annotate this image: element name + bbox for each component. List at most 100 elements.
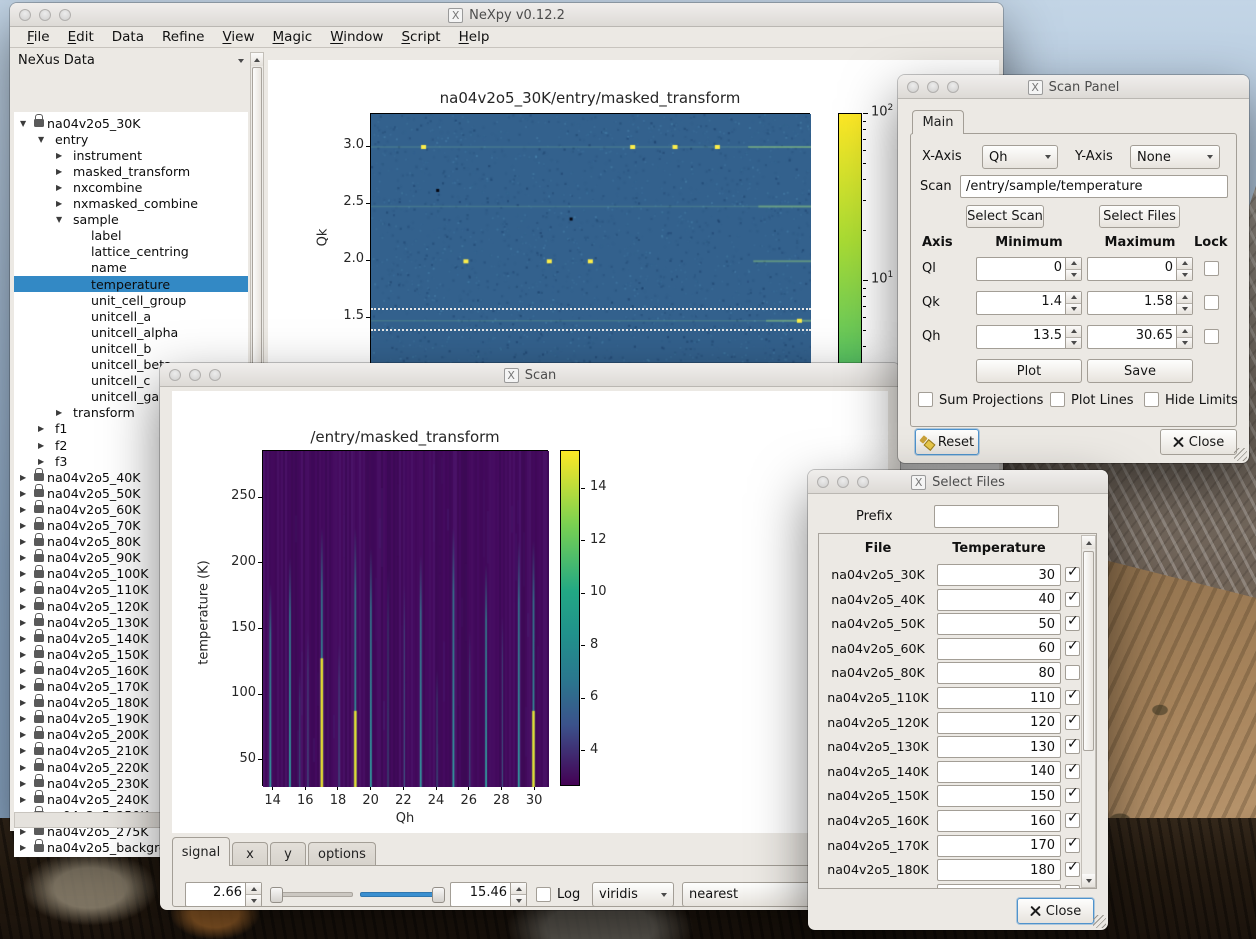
lock-checkbox-Qk[interactable] — [1204, 295, 1219, 310]
temperature-input-na04v2o5_30K[interactable]: 30 — [937, 564, 1061, 586]
scroll-up-button[interactable] — [1082, 536, 1095, 549]
spin-down[interactable] — [1177, 338, 1192, 349]
tree-collapsed-icon[interactable]: ▶ — [20, 473, 34, 482]
tree-item-unitcell_b[interactable]: unitcell_b — [14, 340, 248, 356]
tree-collapsed-icon[interactable]: ▶ — [20, 795, 34, 804]
spin-up[interactable] — [1177, 326, 1192, 338]
tree-group-combobox[interactable]: NeXus Data — [14, 52, 248, 69]
scroll-down-button[interactable] — [1082, 874, 1095, 887]
min-spinbox-Ql[interactable]: 0 — [976, 257, 1082, 281]
resize-grip[interactable] — [1234, 448, 1247, 461]
tree-expanded-icon[interactable]: ▼ — [56, 215, 70, 224]
main-titlebar[interactable]: X NeXpy v0.12.2 — [10, 3, 1003, 27]
tree-collapsed-icon[interactable]: ▶ — [56, 408, 70, 417]
lock-checkbox-Ql[interactable] — [1204, 261, 1219, 276]
tree-collapsed-icon[interactable]: ▶ — [20, 618, 34, 627]
menu-item-refine[interactable]: Refine — [153, 29, 213, 45]
tree-collapsed-icon[interactable]: ▶ — [56, 199, 70, 208]
spin-down[interactable] — [1177, 270, 1192, 281]
temperature-input-na04v2o5_120K[interactable]: 120 — [937, 712, 1061, 734]
select-files-titlebar[interactable]: X Select Files — [808, 470, 1108, 494]
file-checkbox-na04v2o5_50K[interactable]: ✓ — [1065, 616, 1080, 631]
select-scan-button[interactable]: Select Scan — [966, 205, 1044, 228]
tab-main[interactable]: Main — [912, 110, 964, 134]
file-checkbox-na04v2o5_40K[interactable]: ✓ — [1065, 592, 1080, 607]
menu-item-data[interactable]: Data — [103, 29, 153, 45]
file-list-scrollbar[interactable] — [1081, 535, 1096, 888]
tree-item-nxcombine[interactable]: ▶nxcombine — [14, 179, 248, 195]
tree-item-nxmasked_combine[interactable]: ▶nxmasked_combine — [14, 196, 248, 212]
tab-options[interactable]: options — [308, 842, 376, 866]
menu-item-magic[interactable]: Magic — [264, 29, 322, 45]
temperature-input-na04v2o5_160K[interactable]: 160 — [937, 810, 1061, 832]
vmin-slider-handle[interactable] — [270, 887, 283, 903]
tree-collapsed-icon[interactable]: ▶ — [20, 730, 34, 739]
tree-item-lattice_centring[interactable]: lattice_centring — [14, 244, 248, 260]
spin-arrows[interactable] — [1176, 258, 1192, 280]
file-checkbox-na04v2o5_120K[interactable]: ✓ — [1065, 715, 1080, 730]
spin-up[interactable] — [1066, 326, 1081, 338]
tree-collapsed-icon[interactable]: ▶ — [20, 714, 34, 723]
file-scrollbar-thumb[interactable] — [1083, 551, 1094, 751]
file-checkbox-na04v2o5_160K[interactable]: ✓ — [1065, 813, 1080, 828]
spin-down[interactable] — [1177, 304, 1192, 315]
reset-button[interactable]: Reset — [915, 429, 979, 455]
menu-item-file[interactable]: File — [18, 29, 59, 45]
tree-item-entry[interactable]: ▼entry — [14, 131, 248, 147]
tree-collapsed-icon[interactable]: ▶ — [20, 827, 34, 836]
min-spinbox-Qk[interactable]: 1.4 — [976, 291, 1082, 315]
spin-arrows[interactable] — [1065, 326, 1081, 348]
tree-collapsed-icon[interactable]: ▶ — [20, 521, 34, 530]
temperature-input-partial[interactable] — [937, 884, 1061, 889]
spin-arrows[interactable] — [1176, 326, 1192, 348]
tree-collapsed-icon[interactable]: ▶ — [56, 151, 70, 160]
tree-collapsed-icon[interactable]: ▶ — [20, 569, 34, 578]
tree-collapsed-icon[interactable]: ▶ — [38, 441, 52, 450]
spin-down[interactable] — [1066, 338, 1081, 349]
tree-item-label[interactable]: label — [14, 228, 248, 244]
tree-item-instrument[interactable]: ▶instrument — [14, 147, 248, 163]
close-button[interactable]: Close — [1017, 898, 1094, 924]
temperature-input-na04v2o5_180K[interactable]: 180 — [937, 859, 1061, 881]
file-checkbox-na04v2o5_130K[interactable]: ✓ — [1065, 739, 1080, 754]
close-button[interactable]: Close — [1160, 429, 1237, 455]
sum-projections-checkbox[interactable] — [918, 392, 933, 407]
tree-item-unit_cell_group[interactable]: unit_cell_group — [14, 292, 248, 308]
menu-item-view[interactable]: View — [213, 29, 263, 45]
yaxis-combobox[interactable]: None — [1130, 145, 1220, 169]
tab-y[interactable]: y — [270, 842, 306, 866]
file-checkbox-na04v2o5_150K[interactable]: ✓ — [1065, 788, 1080, 803]
temperature-input-na04v2o5_170K[interactable]: 170 — [937, 835, 1061, 857]
tree-item-unitcell_a[interactable]: unitcell_a — [14, 308, 248, 324]
scan-titlebar[interactable]: X Scan — [160, 363, 900, 387]
log-checkbox[interactable] — [536, 887, 551, 902]
temperature-input-na04v2o5_60K[interactable]: 60 — [937, 638, 1061, 660]
lock-checkbox-Qh[interactable] — [1204, 329, 1219, 344]
temperature-input-na04v2o5_40K[interactable]: 40 — [937, 589, 1061, 611]
vmax-slider-handle[interactable] — [432, 887, 445, 903]
xaxis-combobox[interactable]: Qh — [982, 145, 1058, 169]
min-spinbox-Qh[interactable]: 13.5 — [976, 325, 1082, 349]
vmin-spinbox[interactable]: 2.66 — [185, 882, 262, 907]
hide-limits-checkbox[interactable] — [1144, 392, 1159, 407]
tree-collapsed-icon[interactable]: ▶ — [38, 457, 52, 466]
tree-collapsed-icon[interactable]: ▶ — [20, 779, 34, 788]
file-checkbox-na04v2o5_140K[interactable]: ✓ — [1065, 764, 1080, 779]
spin-arrows[interactable] — [1065, 258, 1081, 280]
scan-path-input[interactable]: /entry/sample/temperature — [960, 175, 1228, 198]
max-spinbox-Ql[interactable]: 0 — [1087, 257, 1193, 281]
tree-collapsed-icon[interactable]: ▶ — [20, 666, 34, 675]
plot-button[interactable]: Plot — [976, 359, 1082, 383]
tree-item-unitcell_alpha[interactable]: unitcell_alpha — [14, 324, 248, 340]
spin-up[interactable] — [1177, 258, 1192, 270]
save-button[interactable]: Save — [1087, 359, 1193, 383]
tab-signal[interactable]: signal — [172, 837, 230, 866]
tree-collapsed-icon[interactable]: ▶ — [20, 746, 34, 755]
scroll-up-button[interactable] — [251, 53, 263, 66]
tree-collapsed-icon[interactable]: ▶ — [20, 602, 34, 611]
spin-arrows[interactable] — [1176, 292, 1192, 314]
tree-collapsed-icon[interactable]: ▶ — [20, 843, 34, 852]
spin-arrows[interactable] — [1065, 292, 1081, 314]
vmin-slider[interactable] — [271, 892, 353, 897]
tree-collapsed-icon[interactable]: ▶ — [20, 634, 34, 643]
